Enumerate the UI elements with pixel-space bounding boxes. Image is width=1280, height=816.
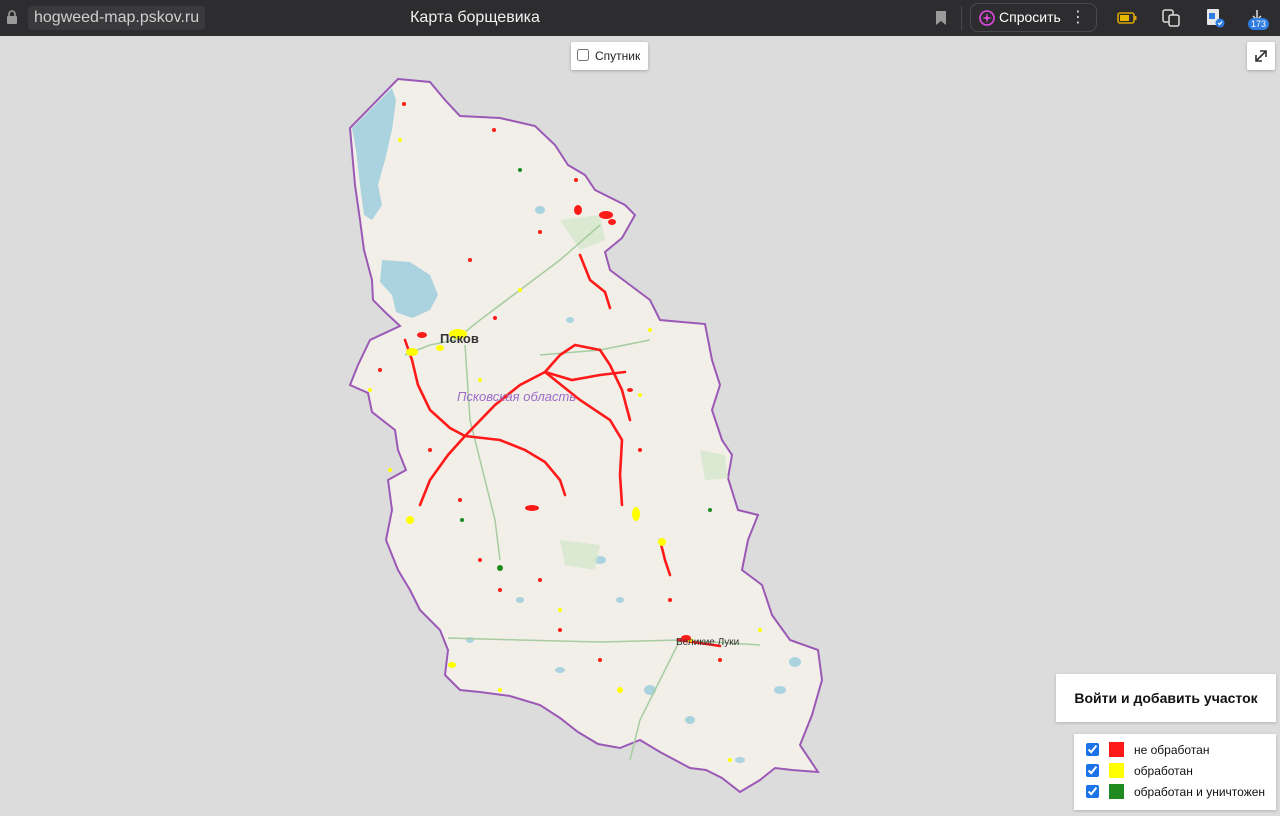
browser-toolbar: hogweed-map.pskov.ru Карта борщевика Спр… — [0, 0, 1280, 36]
address-bar[interactable]: hogweed-map.pskov.ru — [28, 6, 206, 30]
page-title: Карта борщевика — [410, 9, 540, 26]
legend-label: обработан и уничтожен — [1134, 785, 1266, 799]
satellite-checkbox[interactable] — [577, 49, 589, 61]
expand-icon — [1255, 50, 1267, 62]
city-label-velikie-luki[interactable]: Великие Луки — [676, 637, 739, 648]
legend-swatch — [1109, 763, 1124, 778]
document-extension-icon[interactable] — [1204, 8, 1226, 28]
ask-button[interactable]: Спросить ⋮ — [970, 3, 1097, 32]
fullscreen-button[interactable] — [1247, 42, 1275, 70]
ask-label: Спросить — [999, 9, 1061, 25]
legend-item-processed[interactable]: обработан — [1074, 761, 1276, 781]
legend-swatch — [1109, 742, 1124, 757]
battery-icon[interactable] — [1116, 8, 1138, 28]
login-add-plot-button[interactable]: Войти и добавить участок — [1056, 674, 1276, 722]
region-label: Псковская область — [457, 389, 577, 404]
legend-panel: не обработан обработан обработан и уничт… — [1074, 734, 1276, 810]
legend-checkbox[interactable] — [1086, 764, 1099, 777]
legend-label: обработан — [1134, 764, 1193, 778]
region-polygon — [348, 77, 824, 794]
legend-checkbox[interactable] — [1086, 743, 1099, 756]
legend-swatch — [1109, 784, 1124, 799]
lock-icon — [7, 10, 17, 24]
extensions-icon[interactable] — [1160, 8, 1182, 28]
bookmark-icon[interactable] — [935, 10, 947, 26]
toolbar-divider — [961, 6, 962, 30]
downloads-count-badge: 173 — [1248, 18, 1270, 30]
city-label-pskov[interactable]: Псков — [440, 331, 479, 346]
ai-sparkle-icon — [979, 10, 995, 26]
legend-checkbox[interactable] — [1086, 785, 1099, 798]
legend-item-not-processed[interactable]: не обработан — [1074, 740, 1276, 760]
more-menu-icon[interactable]: ⋮ — [1070, 4, 1086, 31]
legend-label: не обработан — [1134, 743, 1210, 757]
legend-item-destroyed[interactable]: обработан и уничтожен — [1074, 782, 1276, 802]
satellite-toggle[interactable]: Спутник — [571, 42, 648, 70]
satellite-label: Спутник — [595, 49, 641, 63]
